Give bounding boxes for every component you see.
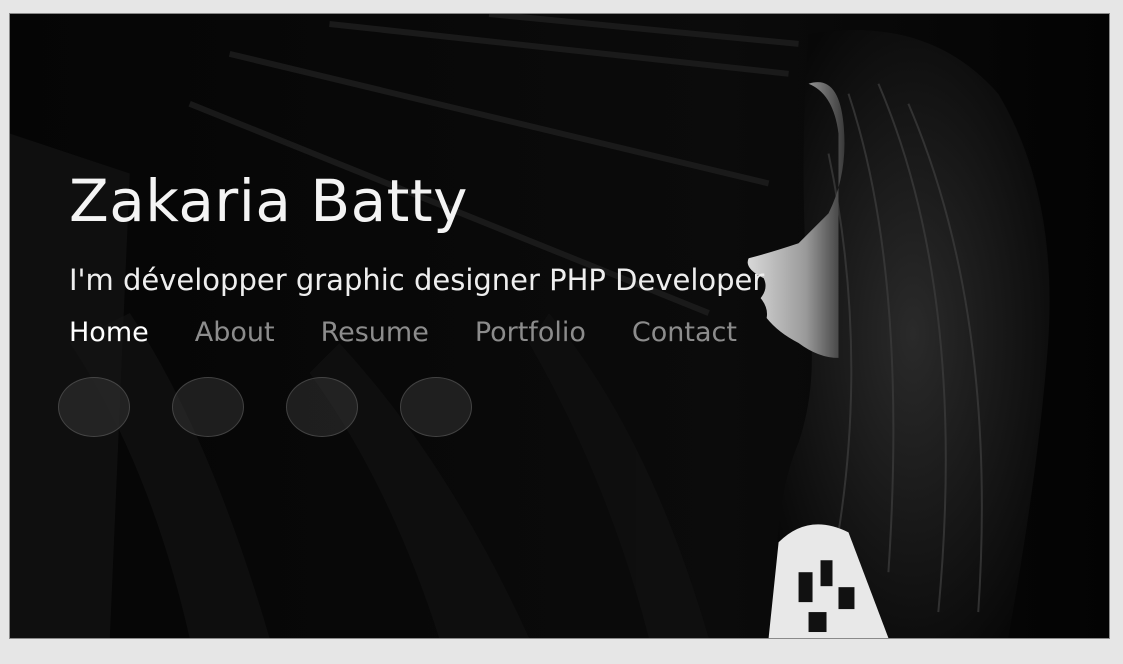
hero-content: Zakaria Batty I'm développer graphic des… <box>58 166 765 437</box>
social-links <box>58 377 764 437</box>
nav-item-portfolio[interactable]: Portfolio <box>475 316 586 350</box>
nav-item-home[interactable]: Home <box>69 316 149 350</box>
main-nav: Home About Resume Portfolio Contact <box>69 316 764 350</box>
nav-item-contact[interactable]: Contact <box>632 316 737 350</box>
hero-name: Zakaria Batty <box>69 167 468 235</box>
social-link-2-icon[interactable] <box>172 377 244 437</box>
hero-tagline: I'm développer graphic designer PHP Deve… <box>69 263 765 297</box>
social-link-3-icon[interactable] <box>286 377 358 437</box>
hero-section: Zakaria Batty I'm développer graphic des… <box>9 13 1110 639</box>
nav-item-resume[interactable]: Resume <box>321 316 429 350</box>
social-link-4-icon[interactable] <box>400 377 472 437</box>
social-link-1-icon[interactable] <box>58 377 130 437</box>
nav-item-about[interactable]: About <box>195 316 275 350</box>
